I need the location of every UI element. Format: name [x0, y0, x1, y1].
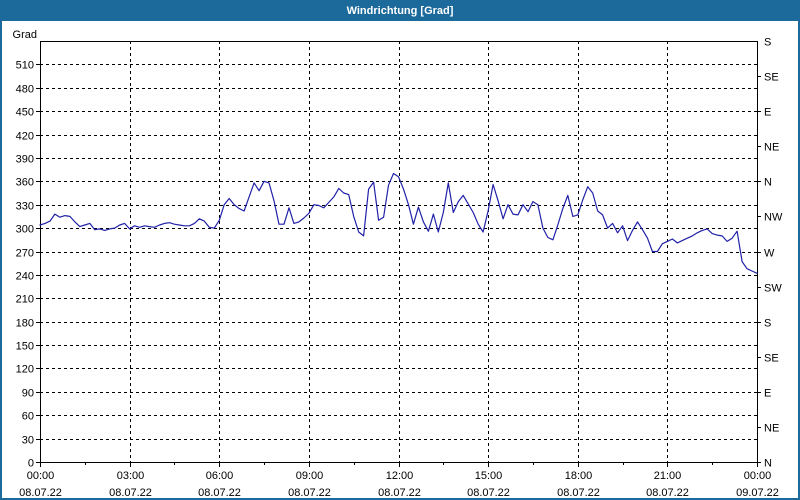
x-tick-time-label: 12:00	[386, 470, 414, 482]
y-left-tick-label: 150	[16, 341, 34, 353]
compass-tick-label: S	[764, 318, 771, 330]
y-left-tick-label: 90	[22, 388, 34, 400]
x-tick-time-label: 03:00	[117, 470, 145, 482]
y-axis-left-title: Grad	[13, 29, 37, 41]
x-tick-time-label: 18:00	[565, 470, 593, 482]
compass-tick-label: E	[764, 388, 771, 400]
x-tick-date-label: 08.07.22	[467, 487, 510, 499]
chart-area: 0 30 60 90 120 150 180 210 240 270 300 330 360 390 420…	[2, 21, 798, 498]
x-tick-time-label: 21:00	[654, 470, 682, 482]
y-left-tick-label: 240	[16, 271, 34, 283]
y-left-tick-label: 390	[16, 154, 34, 166]
compass-tick-label: SE	[764, 353, 779, 365]
y-left-tick-label: 300	[16, 224, 34, 236]
y-left-tick-label: 330	[16, 201, 34, 213]
y-left-tick-label: 0	[28, 458, 34, 470]
x-tick-time-label: 06:00	[206, 470, 234, 482]
y-axis-right: S SE E NE N NW W SW S SE E NE N	[757, 37, 783, 470]
x-tick-date-label: 08.07.22	[198, 487, 241, 499]
y-left-tick-label: 60	[22, 411, 34, 423]
y-left-tick-label: 120	[16, 364, 34, 376]
compass-tick-label: NE	[764, 142, 779, 154]
window: Windrichtung [Grad] 0 30 60 90 120 150 180 210 2…	[0, 0, 800, 500]
compass-tick-label: SW	[764, 283, 782, 295]
x-tick-time-label: 00:00	[27, 470, 55, 482]
x-tick-date-label: 08.07.22	[19, 487, 62, 499]
y-left-tick-label: 210	[16, 294, 34, 306]
y-left-tick-label: 450	[16, 107, 34, 119]
y-left-tick-label: 180	[16, 318, 34, 330]
y-left-tick-label: 480	[16, 84, 34, 96]
y-left-tick-label: 360	[16, 177, 34, 189]
x-tick-date-label: 09.07.22	[736, 487, 779, 499]
y-left-tick-label: 420	[16, 131, 34, 143]
compass-tick-label: N	[764, 458, 772, 470]
compass-tick-label: E	[764, 107, 771, 119]
x-tick-time-label: 09:00	[296, 470, 324, 482]
compass-tick-label: NE	[764, 423, 779, 435]
compass-tick-label: SE	[764, 72, 779, 84]
x-axis: 00:00 08.07.22 03:00 08.07.22 06:00 08.07.22 0…	[19, 462, 779, 499]
compass-tick-label: W	[764, 248, 775, 260]
gridlines	[40, 41, 757, 462]
y-left-tick-label: 510	[16, 60, 34, 72]
x-tick-time-label: 15:00	[475, 470, 503, 482]
y-left-tick-label: 30	[22, 435, 34, 447]
wind-direction-line	[39, 172, 758, 274]
wind-direction-chart: 0 30 60 90 120 150 180 210 240 270 300 330 360 390 420…	[13, 29, 783, 499]
x-tick-time-label: 00:00	[744, 470, 772, 482]
title-bar: Windrichtung [Grad]	[2, 2, 798, 21]
y-left-tick-label: 270	[16, 248, 34, 260]
x-tick-date-label: 08.07.22	[109, 487, 152, 499]
compass-tick-label: NW	[764, 212, 783, 224]
x-tick-date-label: 08.07.22	[557, 487, 600, 499]
y-axis-left: 0 30 60 90 120 150 180 210 240 270 300 330 360 390 420…	[13, 29, 40, 470]
compass-tick-label: N	[764, 177, 772, 189]
x-tick-date-label: 08.07.22	[288, 487, 331, 499]
x-tick-date-label: 08.07.22	[378, 487, 421, 499]
compass-tick-label: S	[764, 37, 771, 49]
chart-title: Windrichtung [Grad]	[346, 5, 454, 17]
x-tick-date-label: 08.07.22	[646, 487, 689, 499]
